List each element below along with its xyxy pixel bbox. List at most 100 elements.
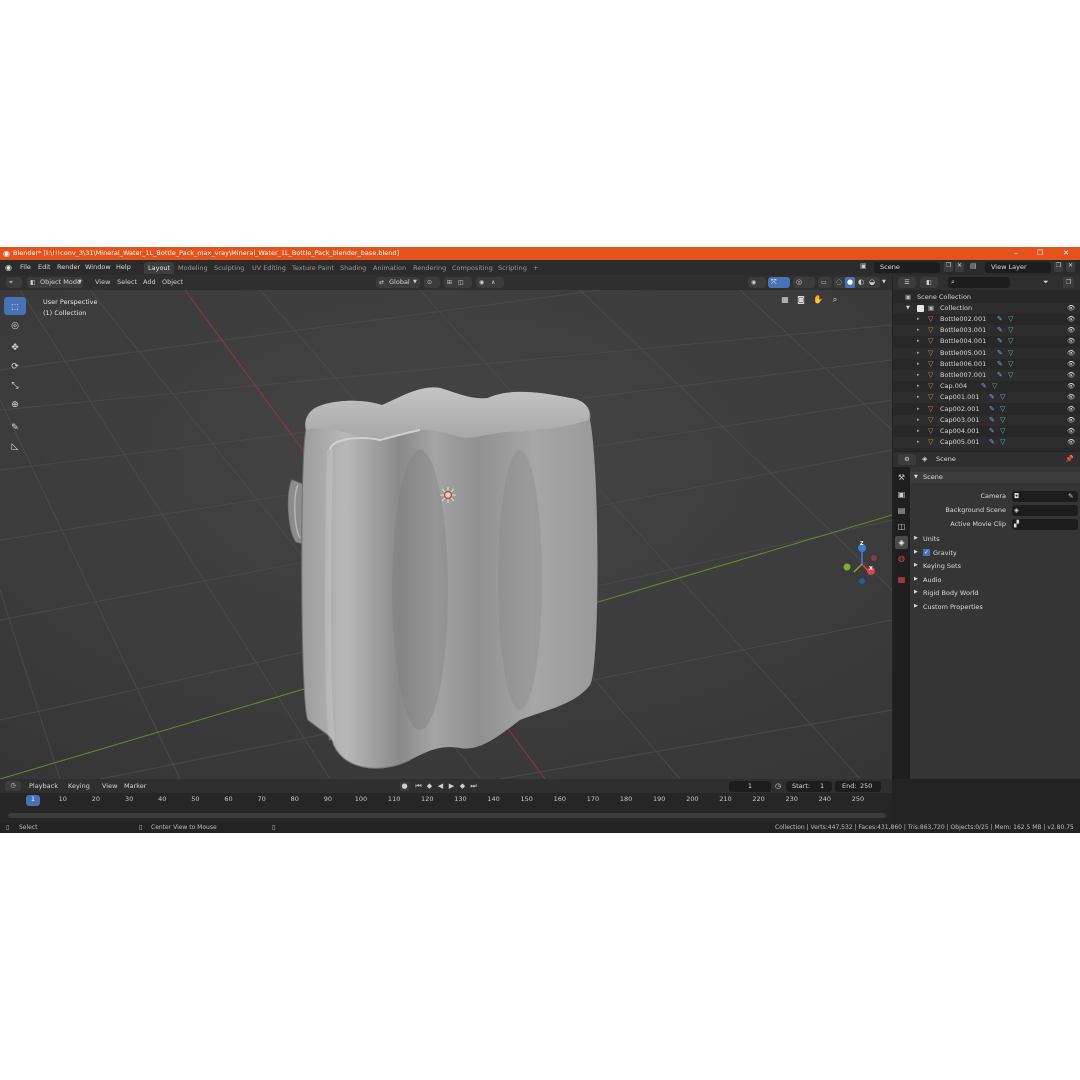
chevron-right-icon[interactable]: ▸	[917, 426, 920, 437]
gravity-panel[interactable]: ▶ ✓ Gravity	[910, 546, 1080, 559]
eye-icon[interactable]: 👁	[1067, 370, 1075, 381]
outliner-object-row[interactable]: ▸ ▽ Cap003.001 ✎ ▽ 👁	[893, 414, 1080, 426]
chevron-right-icon[interactable]: ▸	[917, 381, 920, 392]
menu-help[interactable]: Help	[116, 262, 131, 273]
jump-start-icon[interactable]: ⏮	[414, 782, 423, 791]
eye-icon[interactable]: 👁	[1067, 404, 1075, 415]
rotate-tool[interactable]: ⟳	[4, 358, 26, 376]
menu-object[interactable]: Object	[162, 277, 183, 288]
render-tab-icon[interactable]: ▣	[895, 488, 908, 501]
eye-icon[interactable]: 👁	[1067, 348, 1075, 359]
outliner-row-collection[interactable]: ▼ ▣ Collection 👁	[893, 303, 1080, 314]
outliner-object-row[interactable]: ▸ ▽ Bottle007.001 ✎ ▽ 👁	[893, 370, 1080, 381]
world-tab-icon[interactable]: ◍	[895, 552, 908, 565]
rendered-shading-icon[interactable]: ◒	[869, 277, 875, 288]
display-mode-icon[interactable]: ◧	[920, 277, 938, 288]
output-tab-icon[interactable]: ▤	[895, 504, 908, 517]
outliner-type-icon[interactable]: ☰	[898, 277, 916, 288]
texture-tab-icon[interactable]: ▦	[895, 573, 908, 586]
timeline-scrollbar[interactable]	[8, 813, 886, 818]
eye-icon[interactable]: 👁	[1067, 336, 1075, 347]
play-reverse-icon[interactable]: ◀	[436, 782, 445, 791]
new-view-layer-icon[interactable]: ❐	[1054, 262, 1063, 272]
chevron-right-icon[interactable]: ▸	[917, 314, 920, 325]
camera-view-icon[interactable]: ◙	[795, 295, 807, 307]
scene-selector[interactable]: Scene	[874, 262, 940, 273]
chevron-right-icon[interactable]: ▸	[917, 359, 920, 370]
toggle-camera-icon[interactable]: ▦	[779, 295, 791, 307]
menu-view[interactable]: View	[95, 277, 110, 288]
eye-icon[interactable]: 👁	[1067, 303, 1075, 314]
view-layer-selector[interactable]: View Layer	[985, 262, 1051, 273]
outliner-object-row[interactable]: ▸ ▽ Bottle002.001 ✎ ▽ 👁	[893, 314, 1080, 325]
tab-animation[interactable]: Animation	[369, 262, 410, 274]
tab-rendering[interactable]: Rendering	[409, 262, 450, 274]
gizmo-z-label[interactable]: Z	[860, 541, 864, 547]
chevron-right-icon[interactable]: ▸	[917, 325, 920, 336]
move-tool[interactable]: ✥	[4, 339, 26, 357]
outliner-object-row[interactable]: ▸ ▽ Cap005.001 ✎ ▽ 👁	[893, 437, 1080, 449]
prev-keyframe-icon[interactable]: ◆	[425, 782, 434, 791]
select-box-tool[interactable]: ⬚	[4, 297, 26, 315]
gizmo-x-label[interactable]: X	[869, 566, 873, 572]
keying-sets-panel[interactable]: ▶ Keying Sets	[910, 559, 1080, 572]
menu-view[interactable]: View	[102, 781, 117, 791]
jump-end-icon[interactable]: ⏭	[469, 782, 478, 791]
tool-tab-icon[interactable]: ⚒	[895, 471, 908, 484]
outliner-object-row[interactable]: ▸ ▽ Cap.004 ✎ ▽ 👁	[893, 381, 1080, 392]
active-movie-clip-field[interactable]	[1012, 519, 1078, 530]
tab-scripting[interactable]: Scripting	[494, 262, 531, 274]
eye-icon[interactable]: 👁	[1067, 314, 1075, 325]
tab-sculpting[interactable]: Sculpting	[210, 262, 248, 274]
tab-shading[interactable]: Shading	[336, 262, 370, 274]
chevron-right-icon[interactable]: ▸	[917, 348, 920, 359]
menu-render[interactable]: Render	[57, 262, 80, 273]
transform-tool[interactable]: ⊕	[4, 396, 26, 414]
wireframe-shading-icon[interactable]: ◌	[836, 277, 842, 288]
filter-icon[interactable]: ⏷	[1043, 277, 1049, 288]
eye-icon[interactable]: 👁	[1067, 359, 1075, 370]
eye-icon[interactable]: 👁	[1067, 426, 1075, 437]
eye-icon[interactable]: 👁	[1067, 392, 1075, 403]
eye-icon[interactable]: 👁	[1067, 415, 1075, 426]
close-button[interactable]: ✕	[1056, 247, 1076, 260]
tab-uv-editing[interactable]: UV Editing	[248, 262, 290, 274]
menu-add[interactable]: Add	[143, 277, 156, 288]
blender-menu-icon[interactable]: ◉	[5, 262, 12, 273]
chevron-right-icon[interactable]: ▸	[917, 392, 920, 403]
tab-texture-paint[interactable]: Texture Paint	[288, 262, 338, 274]
minimize-button[interactable]: –	[1006, 247, 1026, 260]
tab-compositing[interactable]: Compositing	[448, 262, 497, 274]
outliner-object-row[interactable]: ▸ ▽ Bottle004.001 ✎ ▽ 👁	[893, 336, 1080, 347]
outliner-object-row[interactable]: ▸ ▽ Cap001.001 ✎ ▽ 👁	[893, 392, 1080, 404]
annotate-tool[interactable]: ✎	[4, 419, 26, 437]
outliner-object-row[interactable]: ▸ ▽ Bottle005.001 ✎ ▽ 👁	[893, 347, 1080, 359]
menu-marker[interactable]: Marker	[124, 781, 146, 791]
pin-icon[interactable]: 📌	[1065, 454, 1074, 465]
eye-icon[interactable]: 👁	[1067, 325, 1075, 336]
new-collection-icon[interactable]: ❐	[1063, 277, 1074, 288]
new-scene-icon[interactable]: ❐	[944, 262, 953, 272]
delete-view-layer-icon[interactable]: ✕	[1066, 262, 1075, 272]
tab-layout[interactable]: Layout	[144, 262, 175, 274]
3d-viewport[interactable]: User Perspective (1) Collection Z X ▦ ◙ …	[0, 290, 892, 779]
custom-properties-panel[interactable]: ▶ Custom Properties	[910, 600, 1080, 613]
chevron-right-icon[interactable]: ▸	[917, 415, 920, 426]
eye-icon[interactable]: 👁	[1067, 437, 1075, 448]
scale-tool[interactable]: ⤡	[4, 377, 26, 395]
menu-file[interactable]: File	[20, 262, 31, 273]
eye-icon[interactable]: 👁	[1067, 381, 1075, 392]
properties-type-icon[interactable]: ⚙	[898, 454, 916, 465]
delete-scene-icon[interactable]: ✕	[955, 262, 964, 272]
menu-window[interactable]: Window	[85, 262, 111, 273]
scene-panel-header[interactable]: ▼ Scene	[910, 472, 1080, 483]
chevron-right-icon[interactable]: ▸	[917, 370, 920, 381]
chevron-right-icon[interactable]: ▸	[917, 437, 920, 448]
outliner-object-row[interactable]: ▸ ▽ Cap004.001 ✎ ▽ 👁	[893, 426, 1080, 437]
menu-keying[interactable]: Keying	[68, 781, 90, 791]
chevron-right-icon[interactable]: ▸	[917, 336, 920, 347]
add-workspace-button[interactable]: +	[529, 262, 542, 274]
gravity-checkbox[interactable]: ✓	[923, 549, 930, 556]
view-layer-tab-icon[interactable]: ◫	[895, 520, 908, 533]
zoom-icon[interactable]: ⌕	[829, 295, 841, 307]
